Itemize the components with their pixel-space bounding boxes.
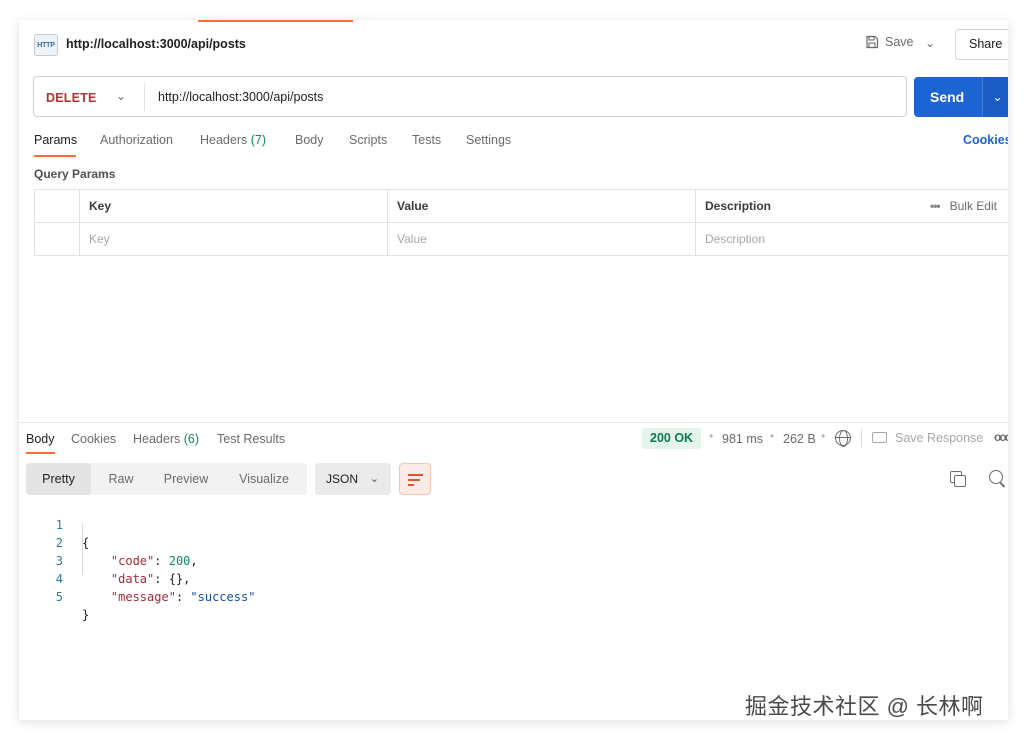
- code-text: "message": "success": [110, 590, 256, 604]
- code-line: 3 "data": {},: [19, 534, 191, 586]
- separator-dot: •: [770, 429, 775, 443]
- copy-icon[interactable]: [950, 471, 966, 487]
- body-tab-underline: [26, 452, 55, 454]
- code-line: 2 "code": 200,: [19, 516, 198, 568]
- table-row: Key Value Description: [35, 223, 1008, 256]
- save-options-chevron-icon[interactable]: ⌄: [925, 36, 935, 50]
- value-input[interactable]: Value: [387, 223, 695, 256]
- bulk-edit-button[interactable]: ••• Bulk Edit: [930, 190, 997, 223]
- table-header-row: Key Value Description ••• Bulk Edit: [35, 190, 1008, 223]
- more-icon[interactable]: ooo: [994, 430, 1008, 444]
- column-header-label: Key: [89, 199, 112, 213]
- query-params-title: Query Params: [34, 167, 116, 181]
- params-tab-underline: [34, 155, 76, 157]
- format-select[interactable]: JSON ⌄: [315, 463, 391, 495]
- response-time[interactable]: 981 ms: [722, 432, 763, 446]
- send-button[interactable]: Send: [914, 77, 982, 117]
- request-title[interactable]: http://localhost:3000/api/posts: [66, 37, 246, 51]
- code-line: 5 }: [19, 570, 89, 622]
- column-header-label: Value: [397, 199, 429, 213]
- key-input[interactable]: Key: [79, 223, 388, 256]
- column-header-key: Key: [79, 190, 388, 223]
- wrap-lines-icon[interactable]: [399, 463, 431, 495]
- response-divider[interactable]: [19, 422, 1008, 423]
- column-header-value: Value: [387, 190, 695, 223]
- json-brace: }: [82, 608, 90, 622]
- view-pretty[interactable]: Pretty: [26, 463, 91, 495]
- save-icon: [866, 35, 879, 49]
- postman-window: HTTP http://localhost:3000/api/posts Sav…: [19, 20, 1008, 720]
- http-icon: HTTP: [34, 34, 58, 56]
- column-header-description: Description: [695, 190, 915, 223]
- response-size[interactable]: 262 B: [783, 432, 816, 446]
- format-label: JSON: [326, 472, 359, 486]
- save-response-label: Save Response: [895, 431, 984, 445]
- json-object: {}: [168, 572, 184, 586]
- tab-settings[interactable]: Settings: [466, 133, 511, 147]
- watermark: 掘金技术社区 @ 长林啊: [745, 694, 984, 719]
- json-brace: {: [82, 536, 90, 550]
- code-line: 4 "message": "success": [19, 552, 256, 604]
- response-tab-body[interactable]: Body: [26, 432, 55, 446]
- code-line: 1 {: [19, 498, 89, 550]
- more-icon: •••: [930, 199, 941, 213]
- json-key: "message": [110, 590, 176, 604]
- code-text: }: [82, 606, 89, 624]
- code-text: "code": 200,: [110, 554, 198, 568]
- tab-scripts[interactable]: Scripts: [349, 133, 387, 147]
- json-key: "data": [110, 572, 155, 586]
- tab-headers-count: (7): [250, 133, 267, 147]
- query-params-table: Key Value Description ••• Bulk Edit Key V…: [34, 189, 1008, 256]
- json-string: "success": [190, 590, 256, 604]
- url-divider: [144, 83, 145, 111]
- image-icon: [872, 432, 887, 443]
- method-select[interactable]: DELETE: [46, 91, 97, 105]
- search-icon[interactable]: [989, 470, 1003, 484]
- cookies-link[interactable]: Cookies: [963, 133, 1008, 147]
- view-visualize[interactable]: Visualize: [221, 463, 307, 495]
- response-tab-headers[interactable]: Headers (6): [133, 432, 199, 446]
- response-tab-test-results[interactable]: Test Results: [217, 432, 285, 446]
- tab-headers-label: Headers: [200, 133, 248, 147]
- chevron-down-icon[interactable]: ⌄: [116, 89, 126, 103]
- save-label: Save: [885, 35, 914, 49]
- description-input[interactable]: Description: [695, 223, 1008, 256]
- chevron-down-icon: ⌄: [369, 473, 379, 485]
- code-text: "data": {},: [110, 572, 191, 586]
- tab-body[interactable]: Body: [295, 133, 324, 147]
- line-number: 5: [55, 590, 63, 604]
- send-options-chevron-icon[interactable]: ⌄: [982, 77, 1008, 117]
- save-button[interactable]: Save: [865, 35, 914, 49]
- view-mode-selector: Pretty Raw Preview Visualize: [26, 463, 307, 495]
- share-button[interactable]: Share: [955, 29, 1008, 60]
- separator-dot: •: [821, 429, 826, 443]
- request-header: HTTP http://localhost:3000/api/posts Sav…: [19, 20, 1008, 68]
- url-bar: DELETE ⌄ http://localhost:3000/api/posts: [33, 76, 907, 117]
- response-tab-cookies[interactable]: Cookies: [71, 432, 116, 446]
- separator-dot: •: [709, 429, 714, 443]
- json-number: 200: [168, 554, 191, 568]
- tab-authorization[interactable]: Authorization: [100, 133, 173, 147]
- status-badge[interactable]: 200 OK: [642, 428, 702, 449]
- column-header-label: Description: [705, 199, 772, 213]
- bulk-edit-label: Bulk Edit: [949, 199, 997, 213]
- response-tab-headers-count: (6): [183, 432, 200, 446]
- save-response-button[interactable]: Save Response: [872, 431, 983, 445]
- response-tab-headers-label: Headers: [133, 432, 181, 446]
- view-raw[interactable]: Raw: [91, 463, 151, 495]
- json-key: "code": [110, 554, 155, 568]
- url-input[interactable]: http://localhost:3000/api/posts: [158, 90, 323, 104]
- code-text: {: [82, 534, 89, 552]
- globe-icon[interactable]: [835, 430, 851, 447]
- tab-headers[interactable]: Headers (7): [200, 133, 266, 147]
- view-preview[interactable]: Preview: [151, 463, 221, 495]
- tab-tests[interactable]: Tests: [412, 133, 441, 147]
- vertical-divider: [861, 429, 862, 447]
- tab-params[interactable]: Params: [34, 133, 77, 147]
